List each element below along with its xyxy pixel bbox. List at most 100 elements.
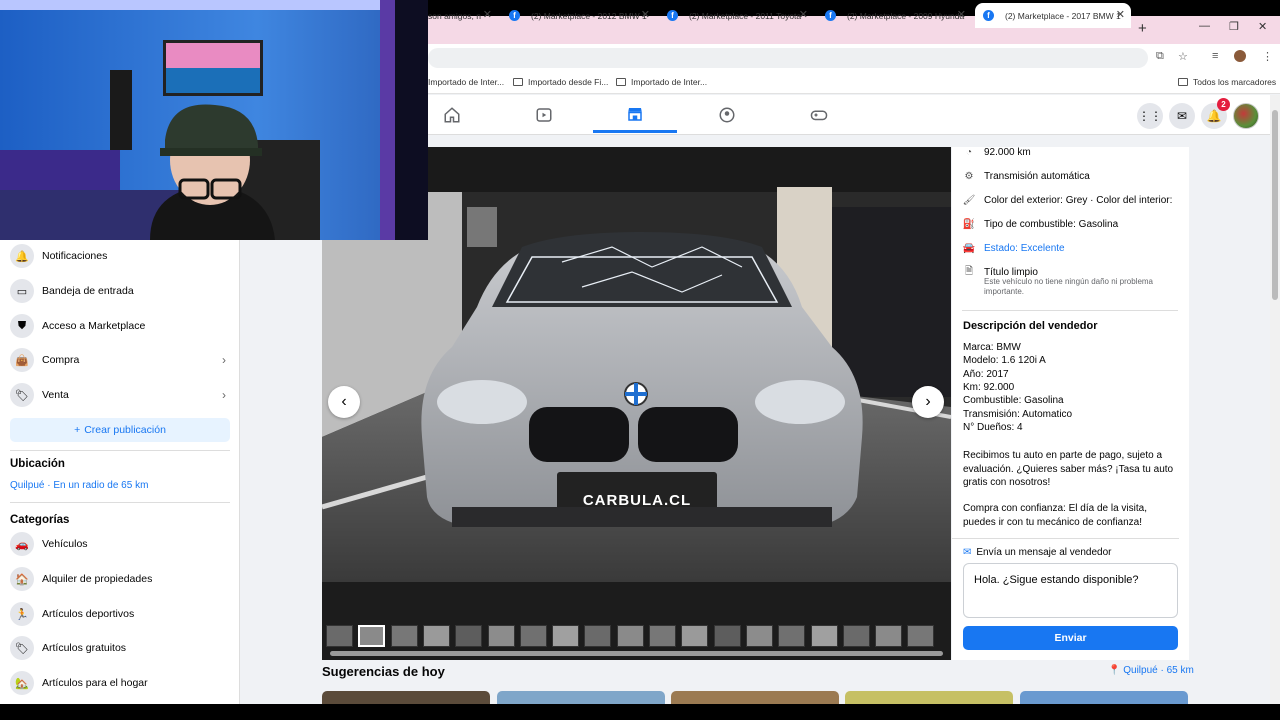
send-button[interactable]: Enviar [963, 626, 1178, 650]
photo-thumbnail[interactable] [745, 625, 773, 647]
suggestion-card[interactable] [322, 691, 490, 704]
groups-icon [719, 107, 735, 123]
bookmark-label: Importado desde Fi... [528, 77, 609, 87]
browser-tab[interactable]: son amigos, n ✕ [420, 3, 498, 28]
detail-row: ◔ 92.000 km [962, 147, 1031, 158]
suggestion-card[interactable] [671, 691, 839, 704]
category-alquiler[interactable]: 🏠 Alquiler de propiedades [10, 564, 230, 594]
maximize-icon[interactable]: ❐ [1229, 20, 1239, 33]
close-tab-icon[interactable]: ✕ [641, 8, 650, 21]
photo-thumbnail[interactable] [778, 625, 806, 647]
photo-thumbnail[interactable] [875, 625, 903, 647]
message-input[interactable]: Hola. ¿Sigue estando disponible? [963, 563, 1178, 618]
fuel-pump-icon: ⛽ [962, 219, 976, 230]
next-photo-button[interactable]: › [912, 386, 944, 418]
category-label: Artículos gratuitos [42, 642, 127, 654]
photo-thumbnail[interactable] [810, 625, 838, 647]
folder-icon [1178, 78, 1188, 86]
new-tab-icon[interactable]: + [1138, 20, 1147, 37]
photo-thumbnail[interactable] [390, 625, 418, 647]
seller-line: Año: 2017 [963, 369, 1009, 380]
browser-tab[interactable]: f (2) Marketplace - 2011 Toyota ✕ [659, 3, 814, 28]
create-listing-label: Crear publicación [84, 424, 166, 436]
bookmark-item[interactable]: Importado de Inter... [428, 77, 504, 87]
profile-icon[interactable] [1234, 50, 1246, 62]
nav-gaming[interactable] [777, 97, 861, 133]
suggestion-card[interactable] [1020, 691, 1188, 704]
sidebar-item-notificaciones[interactable]: 🔔 Notificaciones [10, 241, 230, 271]
category-vehiculos[interactable]: 🚗 Vehículos [10, 529, 230, 559]
detail-row: ⚙ Transmisión automática [962, 171, 1090, 182]
omnibox[interactable] [428, 48, 1148, 68]
location-link[interactable]: Quilpué · En un radio de 65 km [10, 480, 148, 491]
close-tab-icon[interactable]: ✕ [1116, 8, 1125, 21]
browser-tab-active[interactable]: f (2) Marketplace - 2017 BMW 1 ✕ [975, 3, 1131, 28]
photo-thumbnail[interactable] [519, 625, 547, 647]
nav-marketplace[interactable] [593, 97, 677, 133]
close-tab-icon[interactable]: ✕ [957, 8, 966, 21]
photo-thumbnail[interactable] [842, 625, 870, 647]
close-window-icon[interactable]: ✕ [1258, 20, 1267, 33]
suggestion-card[interactable] [497, 691, 665, 704]
minimize-icon[interactable]: — [1199, 20, 1210, 32]
photo-thumbnail[interactable] [487, 625, 515, 647]
close-tab-icon[interactable]: ✕ [483, 8, 492, 21]
message-heading-label: Envía un mensaje al vendedor [976, 547, 1112, 558]
sidebar-divider [10, 450, 230, 451]
category-deportivos[interactable]: 🏃 Artículos deportivos [10, 599, 230, 629]
browser-tab[interactable]: f (2) Marketplace - 2012 BMW 1 ✕ [501, 3, 656, 28]
sidebar-item-venta[interactable]: 🏷 Venta › [10, 380, 230, 410]
photo-thumbnail[interactable] [649, 625, 676, 647]
photo-thumbnail[interactable] [616, 625, 644, 647]
seller-line: Marca: BMW [963, 342, 1021, 353]
nav-video[interactable] [502, 97, 586, 133]
photo-thumbnail[interactable] [422, 625, 450, 647]
car-icon: 🚘 [962, 243, 976, 254]
chevron-left-icon: ‹ [341, 393, 347, 410]
thumbnail-scrollbar[interactable] [330, 651, 943, 656]
sidebar-item-compra[interactable]: 👜 Compra › [10, 345, 230, 375]
details-divider [952, 538, 1179, 539]
folder-icon [616, 78, 626, 86]
paint-icon: 🖌 [962, 195, 976, 206]
bottom-letterbox [0, 704, 1280, 720]
document-icon: 🗎 [964, 266, 974, 277]
page-scrollbar-thumb[interactable] [1272, 110, 1278, 300]
sidebar-item-access[interactable]: ⛊ Acceso a Marketplace [10, 311, 230, 341]
create-listing-button[interactable]: + Crear publicación [10, 418, 230, 442]
category-gratuitos[interactable]: 🏷 Artículos gratuitos [10, 633, 230, 663]
previous-photo-button[interactable]: ‹ [328, 386, 360, 418]
messenger-icon: ✉ [963, 547, 972, 558]
close-tab-icon[interactable]: ✕ [799, 8, 808, 21]
all-bookmarks[interactable]: Todos los marcadores [1178, 77, 1276, 87]
browser-tab[interactable]: f (2) Marketplace - 2009 Hyunda ✕ [817, 3, 972, 28]
photo-thumbnail[interactable] [681, 625, 709, 647]
star-icon[interactable]: ☆ [1178, 50, 1188, 63]
suggestions-location[interactable]: 📍 Quilpué · 65 km [1108, 665, 1194, 676]
bookmark-item[interactable]: Importado de Inter... [616, 77, 707, 87]
menu-grid-icon[interactable]: ⋮⋮ [1137, 103, 1163, 129]
photo-thumbnail[interactable] [326, 625, 353, 647]
detail-row: 🖌 Color del exterior: Grey · Color del i… [962, 195, 1173, 206]
messenger-icon[interactable]: ✉ [1169, 103, 1195, 129]
account-avatar[interactable] [1233, 103, 1259, 129]
category-hogar[interactable]: 🏡 Artículos para el hogar [10, 668, 230, 698]
nav-groups[interactable] [685, 97, 769, 133]
sidebar-item-label: Notificaciones [42, 250, 108, 262]
suggestion-card[interactable] [845, 691, 1013, 704]
browser-menu-icon[interactable]: ⋮ [1262, 50, 1273, 63]
install-app-icon[interactable]: ⧉ [1156, 50, 1164, 63]
reading-list-icon[interactable]: ≡ [1212, 50, 1218, 62]
inbox-icon: ▭ [10, 279, 34, 303]
photo-thumbnail[interactable] [358, 625, 386, 647]
bookmark-item[interactable]: Importado desde Fi... [513, 77, 608, 87]
photo-thumbnail[interactable] [455, 625, 483, 647]
sidebar-item-inbox[interactable]: ▭ Bandeja de entrada [10, 276, 230, 306]
home-icon [444, 107, 460, 123]
photo-thumbnail[interactable] [713, 625, 741, 647]
photo-thumbnail[interactable] [552, 625, 580, 647]
photo-thumbnail[interactable] [584, 625, 612, 647]
photo-thumbnail[interactable] [907, 625, 935, 647]
house-dollar-icon: 🏠 [10, 567, 34, 591]
category-label: Artículos deportivos [42, 608, 135, 620]
